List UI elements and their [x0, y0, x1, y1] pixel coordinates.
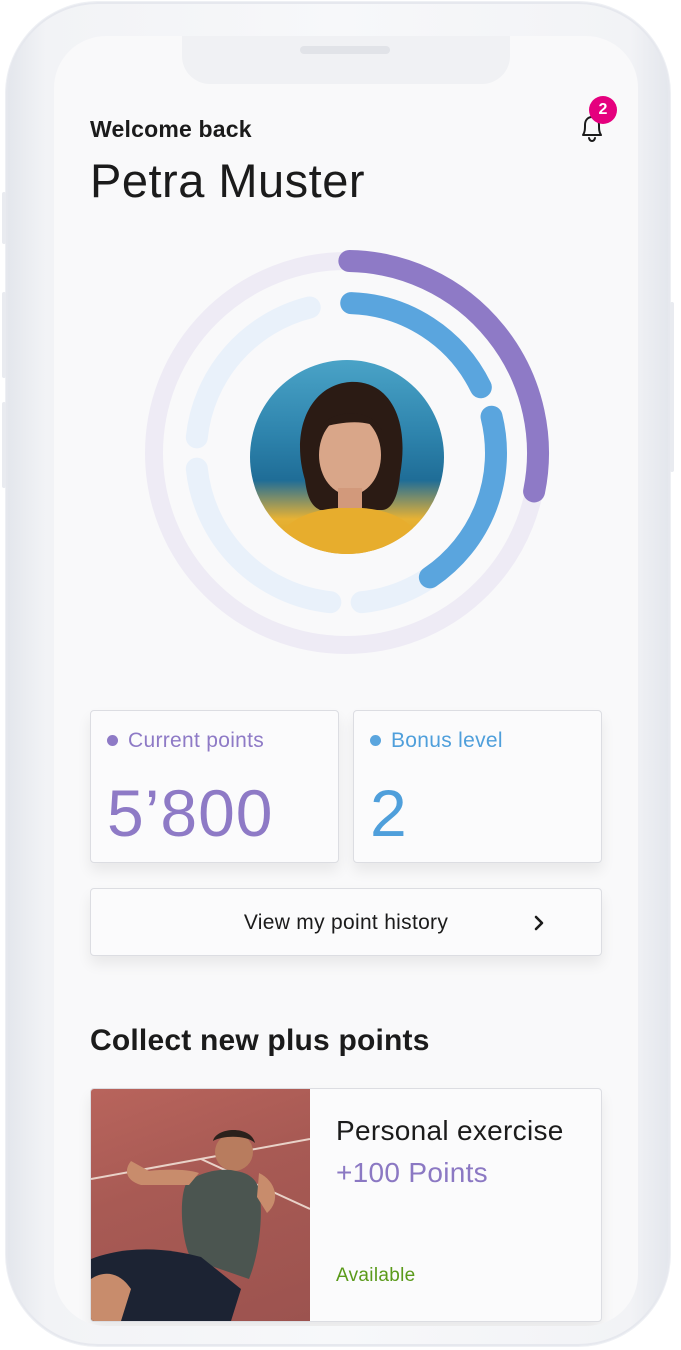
points-value: 5’800 [107, 776, 274, 850]
points-dot [107, 735, 118, 746]
offer-card[interactable]: Personal exercise +100 Points Available [90, 1088, 602, 1322]
exercise-photo [91, 1130, 310, 1321]
points-label: Current points [128, 729, 265, 752]
current-points-card: Current points 5’800 [90, 710, 339, 863]
side-button [670, 302, 674, 472]
notification-badge: 2 [589, 96, 617, 124]
level-dot [370, 735, 381, 746]
bonus-level-card: Bonus level 2 [353, 710, 602, 863]
user-name: Petra Muster [90, 154, 366, 207]
point-history-button[interactable]: View my point history [90, 888, 602, 956]
phone-frame: Welcome back Petra Muster 2 Current poin… [2, 2, 674, 1346]
app-screen: Welcome back Petra Muster 2 Current poin… [54, 36, 638, 1326]
avatar-portrait [270, 381, 426, 554]
level-value: 2 [370, 776, 408, 850]
section-title: Collect new plus points [90, 1024, 430, 1057]
point-history-label: View my point history [243, 911, 449, 934]
welcome-text: Welcome back [90, 116, 252, 142]
side-button [2, 292, 6, 378]
offer-title: Personal exercise [336, 1115, 564, 1146]
avatar[interactable] [250, 360, 444, 554]
speaker [300, 46, 390, 54]
chevron-right-icon [534, 915, 544, 931]
level-label: Bonus level [391, 729, 503, 752]
offer-image [91, 1089, 310, 1321]
offer-points: +100 Points [336, 1157, 488, 1188]
offer-status: Available [336, 1265, 416, 1286]
side-button [2, 192, 6, 244]
notch [182, 36, 510, 84]
side-button [2, 402, 6, 488]
